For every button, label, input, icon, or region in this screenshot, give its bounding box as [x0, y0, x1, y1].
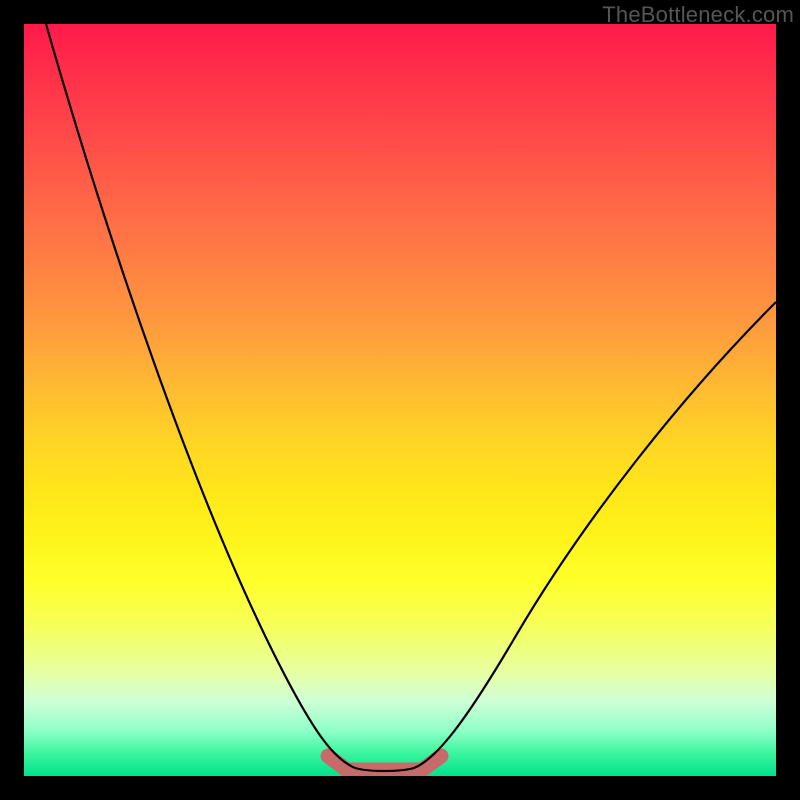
plot-area	[24, 24, 776, 776]
chart-frame: TheBottleneck.com	[0, 0, 800, 800]
right-curve-path	[414, 302, 776, 768]
curve-layer	[24, 24, 776, 776]
watermark-text: TheBottleneck.com	[602, 2, 794, 28]
left-curve-path	[46, 24, 355, 768]
